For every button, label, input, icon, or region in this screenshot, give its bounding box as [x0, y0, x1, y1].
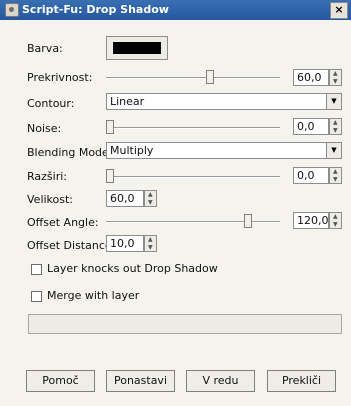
chevron-down-icon[interactable]: ▼ [326, 94, 341, 109]
spin-arrows-icon[interactable]: ▲ ▼ [144, 190, 157, 207]
velikost-label: Velikost: [27, 193, 74, 206]
layer-knocks-checkbox[interactable] [31, 264, 42, 275]
noise-label: Noise: [27, 122, 62, 135]
cancel-button[interactable]: Prekliči [267, 370, 336, 392]
noise-track[interactable] [106, 127, 280, 129]
spin-arrows-icon[interactable]: ▲ ▼ [144, 235, 157, 252]
contour-combo[interactable]: Linear ▼ [106, 93, 342, 110]
ok-button[interactable]: V redu [186, 370, 255, 392]
script-fu-icon [5, 3, 19, 17]
noise-slider-handle[interactable] [106, 120, 114, 134]
reset-button[interactable]: Ponastavi [106, 370, 175, 392]
layer-knocks-label[interactable]: Layer knocks out Drop Shadow [47, 262, 218, 275]
offset-distance-value: 10,0 [110, 237, 135, 250]
offset-angle-value: 120,0 [297, 214, 329, 227]
razsiri-label: Razširi: [27, 170, 67, 183]
contour-value: Linear [110, 95, 145, 108]
offset-angle-spinbox[interactable]: 120,0 ▲ ▼ [293, 212, 342, 229]
merge-with-layer-label[interactable]: Merge with layer [47, 289, 139, 302]
offset-distance-label: Offset Distance: [27, 239, 116, 252]
prekrivnost-label: Prekrivnost: [27, 71, 93, 84]
prekrivnost-value: 60,0 [297, 71, 322, 84]
chevron-down-icon[interactable]: ▼ [326, 143, 341, 158]
razsiri-slider-handle[interactable] [106, 169, 114, 183]
offset-angle-track[interactable] [106, 221, 280, 223]
spin-arrows-icon[interactable]: ▲ ▼ [329, 167, 342, 184]
blending-mode-combo[interactable]: Multiply ▼ [106, 142, 342, 159]
velikost-value: 60,0 [110, 192, 135, 205]
window-title: Script-Fu: Drop Shadow [22, 3, 169, 16]
merge-with-layer-checkbox[interactable] [31, 291, 42, 302]
offset-angle-label: Offset Angle: [27, 216, 99, 229]
blending-mode-value: Multiply [110, 144, 154, 157]
prekrivnost-slider-handle[interactable] [205, 70, 214, 84]
velikost-spinbox[interactable]: 60,0 ▲ ▼ [106, 190, 157, 207]
shadow-color-button[interactable] [106, 36, 168, 60]
help-button[interactable]: Pomoč [26, 370, 95, 392]
offset-angle-slider-handle[interactable] [243, 214, 252, 228]
barva-label: Barva: [27, 42, 63, 55]
title-bar: Script-Fu: Drop Shadow × [0, 0, 351, 20]
blending-mode-label: Blending Mode: [27, 146, 113, 159]
razsiri-track[interactable] [106, 176, 280, 178]
noise-spinbox[interactable]: 0,0 ▲ ▼ [293, 118, 342, 135]
progress-bar [28, 314, 342, 334]
razsiri-value: 0,0 [297, 169, 315, 182]
close-button[interactable]: × [330, 2, 348, 19]
prekrivnost-track[interactable] [106, 77, 280, 79]
spin-arrows-icon[interactable]: ▲ ▼ [329, 69, 342, 86]
spin-arrows-icon[interactable]: ▲ ▼ [329, 212, 342, 229]
noise-value: 0,0 [297, 120, 315, 133]
offset-distance-spinbox[interactable]: 10,0 ▲ ▼ [106, 235, 157, 252]
razsiri-spinbox[interactable]: 0,0 ▲ ▼ [293, 167, 342, 184]
color-swatch [113, 42, 161, 54]
prekrivnost-spinbox[interactable]: 60,0 ▲ ▼ [293, 69, 342, 86]
spin-arrows-icon[interactable]: ▲ ▼ [329, 118, 342, 135]
contour-label: Contour: [27, 97, 75, 110]
